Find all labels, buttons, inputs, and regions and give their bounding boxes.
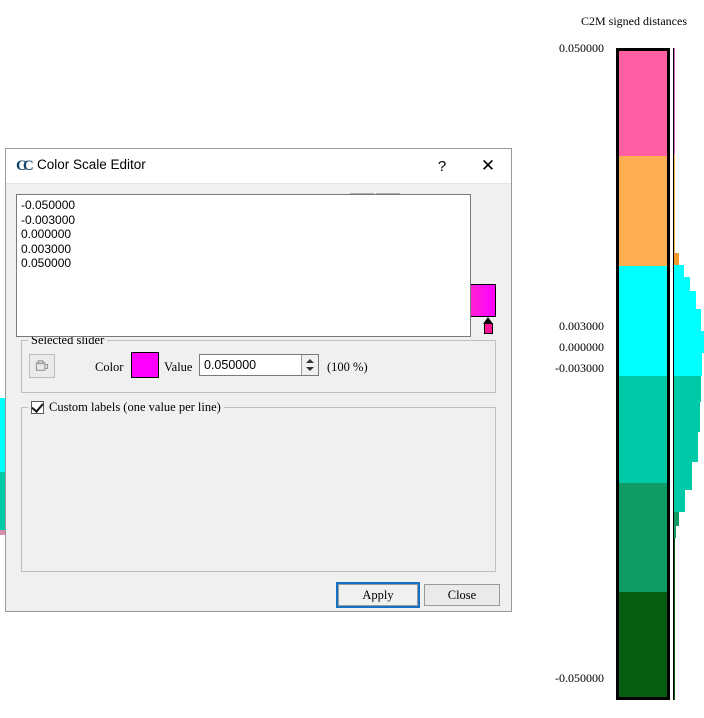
color-label: Color — [95, 360, 123, 375]
dialog-title: Color Scale Editor — [37, 157, 146, 172]
dialog-title-bar: CC Color Scale Editor ? ✕ — [6, 149, 511, 184]
legend-histogram — [674, 48, 704, 700]
band-green — [619, 483, 667, 592]
color-swatch[interactable] — [131, 352, 159, 378]
histogram-bin-0 — [674, 48, 675, 154]
color-scale-legend: C2M signed distances 0.050000 0.003000 0.0… — [552, 14, 704, 714]
band-pink — [619, 51, 667, 156]
band-teal — [619, 376, 667, 483]
custom-labels-label: Custom labels (one value per line) — [49, 400, 221, 415]
histogram-bin-2 — [674, 253, 679, 265]
color-picker-button[interactable] — [29, 354, 55, 378]
value-spinbox[interactable]: 0.050000 — [199, 354, 319, 376]
band-orange — [619, 156, 667, 266]
value-stepper[interactable] — [301, 355, 318, 375]
legend-label-4: -0.050000 — [555, 671, 604, 686]
legend-color-bar — [616, 48, 670, 700]
legend-title: C2M signed distances — [564, 14, 704, 29]
value-label: Value — [164, 360, 192, 375]
color-picker-icon — [34, 359, 50, 374]
percent-label: (100 %) — [327, 360, 368, 375]
histogram-bin-7 — [674, 331, 704, 353]
help-button[interactable]: ? — [419, 149, 465, 183]
legend-label-1: 0.003000 — [559, 319, 604, 334]
close-button[interactable]: Close — [424, 584, 500, 606]
histogram-bin-12 — [674, 462, 692, 490]
check-icon — [31, 400, 43, 413]
custom-labels-textarea[interactable]: -0.050000 -0.003000 0.000000 0.003000 0.… — [16, 194, 471, 337]
histogram-bin-6 — [674, 309, 701, 331]
selected-slider-content: Color Value 0.050000 (100 %) — [21, 340, 496, 393]
slider-max[interactable] — [483, 317, 494, 335]
histogram-bin-5 — [674, 291, 696, 309]
histogram-bin-13 — [674, 490, 685, 512]
histogram-bin-16 — [674, 538, 675, 700]
histogram-bin-4 — [674, 277, 690, 291]
slider-color-chip — [484, 323, 493, 334]
cloudcompare-icon: CC — [16, 158, 34, 174]
custom-labels-checkbox-row[interactable]: Custom labels (one value per line) — [28, 400, 224, 415]
histogram-bin-3 — [674, 265, 684, 277]
close-icon[interactable]: ✕ — [465, 149, 511, 183]
value-input[interactable]: 0.050000 — [204, 358, 256, 372]
custom-labels-group — [21, 407, 496, 572]
stepper-down-icon[interactable] — [306, 367, 314, 371]
histogram-bin-8 — [674, 353, 702, 376]
histogram-bin-1 — [674, 154, 675, 253]
legend-label-2: 0.000000 — [559, 340, 604, 355]
histogram-bin-14 — [674, 512, 679, 526]
dialog-body: Current 3mm BAR Mode — [6, 184, 511, 612]
band-dark-green — [619, 592, 667, 697]
legend-label-3: -0.003000 — [555, 361, 604, 376]
custom-labels-checkbox[interactable] — [31, 401, 44, 414]
histogram-bin-11 — [674, 432, 698, 462]
histogram-bin-15 — [674, 526, 676, 538]
band-cyan — [619, 266, 667, 376]
histogram-bin-10 — [674, 402, 700, 432]
legend-label-0: 0.050000 — [559, 41, 604, 56]
histogram-bin-9 — [674, 376, 701, 402]
stepper-up-icon[interactable] — [306, 359, 314, 363]
color-scale-editor-dialog: CC Color Scale Editor ? ✕ Current 3mm BA… — [5, 148, 512, 612]
apply-button[interactable]: Apply — [338, 584, 418, 606]
